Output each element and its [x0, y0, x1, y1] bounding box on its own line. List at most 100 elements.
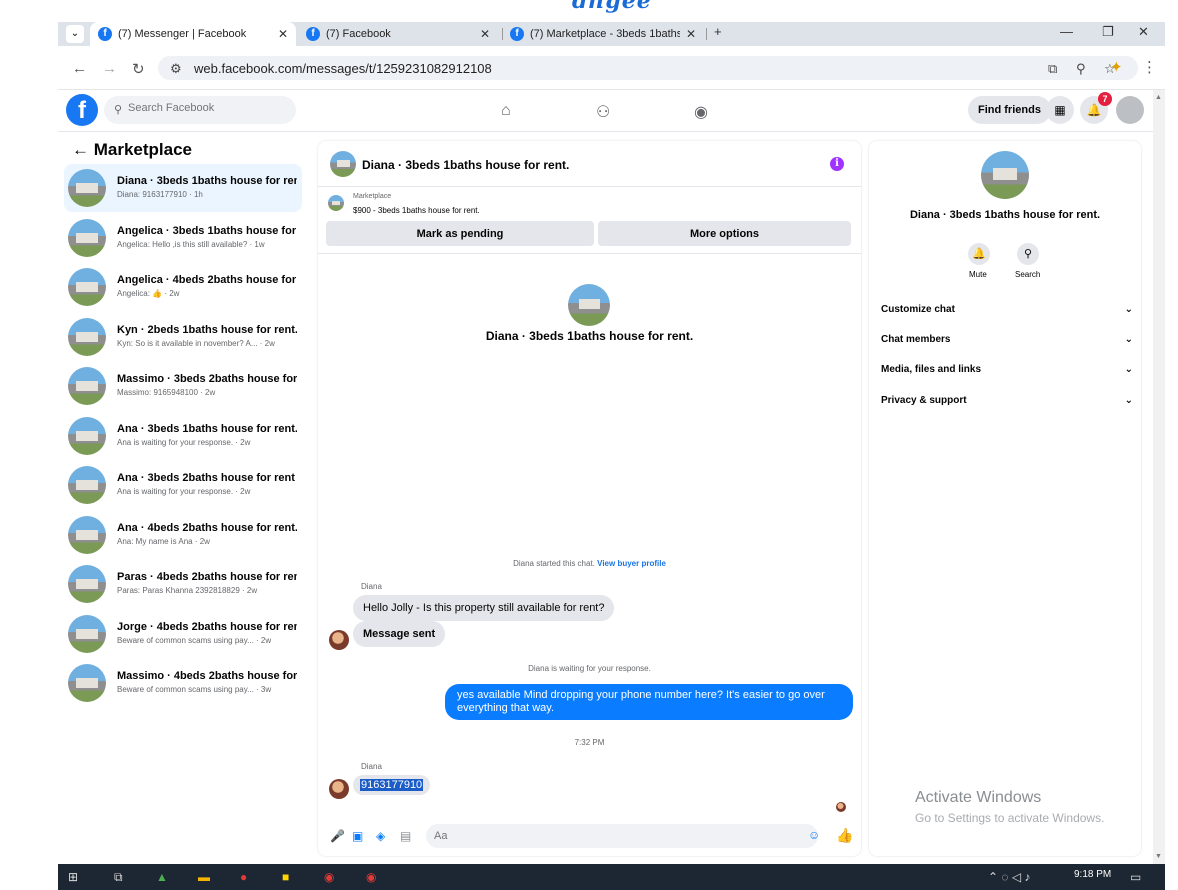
- close-icon[interactable]: ✕: [278, 27, 288, 41]
- listing-title[interactable]: $900 - 3beds 1baths house for rent.: [353, 206, 480, 215]
- conversation-preview: Massimo: 9165948100 · 2w: [117, 388, 216, 397]
- extension-icon[interactable]: ✦: [1110, 58, 1123, 76]
- incoming-message[interactable]: Message sent: [353, 621, 446, 647]
- center-avatar[interactable]: [568, 284, 610, 326]
- menu-dots-icon[interactable]: ⋮: [1142, 58, 1157, 76]
- chat-title[interactable]: Diana · 3beds 1baths house for rent.: [362, 158, 569, 172]
- scroll-down-icon[interactable]: ▼: [1155, 853, 1162, 860]
- conversation-preview: Angelica: Hello ,is this still available…: [117, 239, 265, 249]
- conversation-item[interactable]: Ana · 3beds 1baths house for rent. Ana is…: [64, 412, 302, 460]
- conversation-item[interactable]: Massimo · 4beds 2baths house for... Bewar…: [64, 659, 302, 707]
- scroll-up-icon[interactable]: ▲: [1155, 94, 1162, 101]
- conversation-item[interactable]: Angelica · 3beds 1baths house for ... Ang…: [64, 214, 302, 262]
- conversation-item[interactable]: Ana · 4beds 2baths house for rent. Ana: M…: [64, 511, 302, 559]
- chrome-icon[interactable]: ◉: [324, 870, 334, 884]
- friends-icon[interactable]: ⚇: [596, 102, 610, 122]
- start-icon[interactable]: ⊞: [68, 870, 78, 884]
- sender-avatar[interactable]: [329, 630, 349, 650]
- new-tab-icon[interactable]: +: [714, 24, 722, 39]
- tab-messenger[interactable]: f (7) Messenger | Facebook ✕: [90, 22, 296, 46]
- conversation-preview: Beware of common scams using pay... · 2w: [117, 635, 272, 645]
- tab-search-dropdown[interactable]: ⌄: [66, 25, 84, 43]
- outgoing-message[interactable]: yes available Mind dropping your phone n…: [445, 684, 853, 720]
- search-box[interactable]: ⚲: [104, 96, 296, 124]
- conversation-name: Ana · 4beds 2baths house for rent.: [117, 521, 297, 534]
- conversation-name: Massimo · 4beds 2baths house for...: [117, 670, 297, 682]
- folder-icon[interactable]: ▬: [198, 870, 210, 884]
- reload-icon[interactable]: ↻: [132, 60, 145, 78]
- phone-number-text[interactable]: 9163177910: [360, 779, 424, 791]
- mark-as-pending-button[interactable]: Mark as pending: [326, 221, 594, 246]
- conversation-avatar: [68, 466, 106, 504]
- tab-facebook[interactable]: f (7) Facebook ✕: [298, 22, 498, 46]
- search-label: Search: [1015, 270, 1041, 279]
- conversation-item[interactable]: Kyn · 2beds 1baths house for rent. Kyn: S…: [64, 313, 302, 361]
- conversation-item[interactable]: Angelica · 4beds 2baths house for ... Ang…: [64, 263, 302, 311]
- sender-avatar[interactable]: [329, 779, 349, 799]
- find-friends-button[interactable]: Find friends: [968, 96, 1051, 124]
- chrome-icon[interactable]: ◉: [366, 870, 376, 884]
- profile-avatar[interactable]: [981, 151, 1029, 199]
- section-privacy-support[interactable]: Privacy & support ⌄: [881, 395, 1133, 406]
- install-app-icon[interactable]: ⧉: [1048, 61, 1057, 77]
- url-text[interactable]: web.facebook.com/messages/t/125923108291…: [194, 61, 492, 76]
- conversation-item[interactable]: Ana · 3beds 2baths house for rent Ana is …: [64, 461, 302, 509]
- chevron-down-icon: ⌄: [1124, 304, 1133, 315]
- page-scrollbar[interactable]: ▲ ▼: [1153, 90, 1165, 864]
- conversation-item[interactable]: Diana · 3beds 1baths house for rent. Dian…: [64, 164, 302, 212]
- incoming-message[interactable]: Hello Jolly - Is this property still ava…: [353, 595, 615, 621]
- section-chat-members[interactable]: Chat members ⌄: [881, 334, 1133, 345]
- restore-icon[interactable]: ❐: [1102, 24, 1114, 40]
- incoming-message[interactable]: 9163177910: [353, 775, 431, 795]
- more-options-button[interactable]: More options: [598, 221, 851, 246]
- task-view-icon[interactable]: ⧉: [114, 870, 123, 885]
- photo-icon[interactable]: ▣: [352, 829, 363, 843]
- activate-windows-title: Activate Windows: [915, 789, 1042, 806]
- site-settings-icon[interactable]: ⚙: [170, 61, 182, 77]
- search-icon[interactable]: ⚲: [1017, 243, 1039, 265]
- url-field[interactable]: ⚙ web.facebook.com/messages/t/1259231082…: [158, 56, 1138, 80]
- chevron-down-icon: ⌄: [1124, 334, 1133, 345]
- emoji-icon[interactable]: ☺: [808, 828, 820, 842]
- groups-icon[interactable]: ◉: [694, 102, 708, 122]
- account-avatar[interactable]: [1116, 96, 1144, 124]
- clock[interactable]: 9:18 PM: [1074, 869, 1111, 880]
- back-arrow-icon[interactable]: ←: [72, 140, 89, 159]
- conversation-item[interactable]: Paras · 4beds 2baths house for rent. Para…: [64, 560, 302, 608]
- menu-grid-icon[interactable]: ▦: [1046, 96, 1074, 124]
- conversation-item[interactable]: Jorge · 4beds 2baths house for rent. Bewa…: [64, 610, 302, 658]
- forward-icon[interactable]: →: [102, 60, 117, 77]
- view-buyer-profile-link[interactable]: View buyer profile: [597, 559, 666, 568]
- mute-label: Mute: [969, 270, 987, 279]
- conversation-item[interactable]: Massimo · 3beds 2baths house for... Massi…: [64, 362, 302, 410]
- app-icon[interactable]: ▲: [156, 870, 168, 884]
- window-close-icon[interactable]: ✕: [1138, 24, 1149, 40]
- info-icon[interactable]: i: [830, 157, 844, 171]
- section-customize-chat[interactable]: Customize chat ⌄: [881, 304, 1133, 315]
- message-input[interactable]: [426, 824, 818, 848]
- chevron-down-icon: ⌄: [1124, 364, 1133, 375]
- microphone-icon[interactable]: 🎤: [330, 829, 345, 843]
- minimize-icon[interactable]: —: [1060, 24, 1073, 39]
- zoom-icon[interactable]: ⚲: [1076, 61, 1086, 77]
- thumbs-up-icon[interactable]: 👍: [836, 827, 853, 844]
- chat-avatar[interactable]: [330, 151, 356, 177]
- home-icon[interactable]: ⌂: [501, 102, 511, 120]
- sticker-icon[interactable]: ◈: [376, 829, 385, 843]
- search-input[interactable]: [128, 102, 288, 114]
- close-icon[interactable]: ✕: [480, 27, 490, 41]
- composer: 🎤 ▣ ◈ ▤ ☺ 👍: [318, 821, 861, 851]
- notification-center-icon[interactable]: ▭: [1130, 870, 1141, 884]
- gif-icon[interactable]: ▤: [400, 829, 411, 843]
- tray-icons[interactable]: ⌃ ◌ ◁ ♪: [988, 870, 1030, 884]
- section-media-files[interactable]: Media, files and links ⌄: [881, 364, 1133, 375]
- tab-marketplace[interactable]: f (7) Marketplace - 3beds 1baths ✕: [502, 22, 704, 46]
- close-icon[interactable]: ✕: [686, 27, 696, 41]
- timestamp: 7:32 PM: [574, 738, 605, 747]
- back-icon[interactable]: ←: [72, 60, 87, 77]
- app-icon[interactable]: ■: [282, 870, 289, 884]
- mute-icon[interactable]: 🔔: [968, 243, 990, 265]
- listing-thumbnail[interactable]: [328, 195, 344, 211]
- facebook-logo[interactable]: f: [66, 94, 98, 126]
- app-icon[interactable]: ●: [240, 870, 247, 884]
